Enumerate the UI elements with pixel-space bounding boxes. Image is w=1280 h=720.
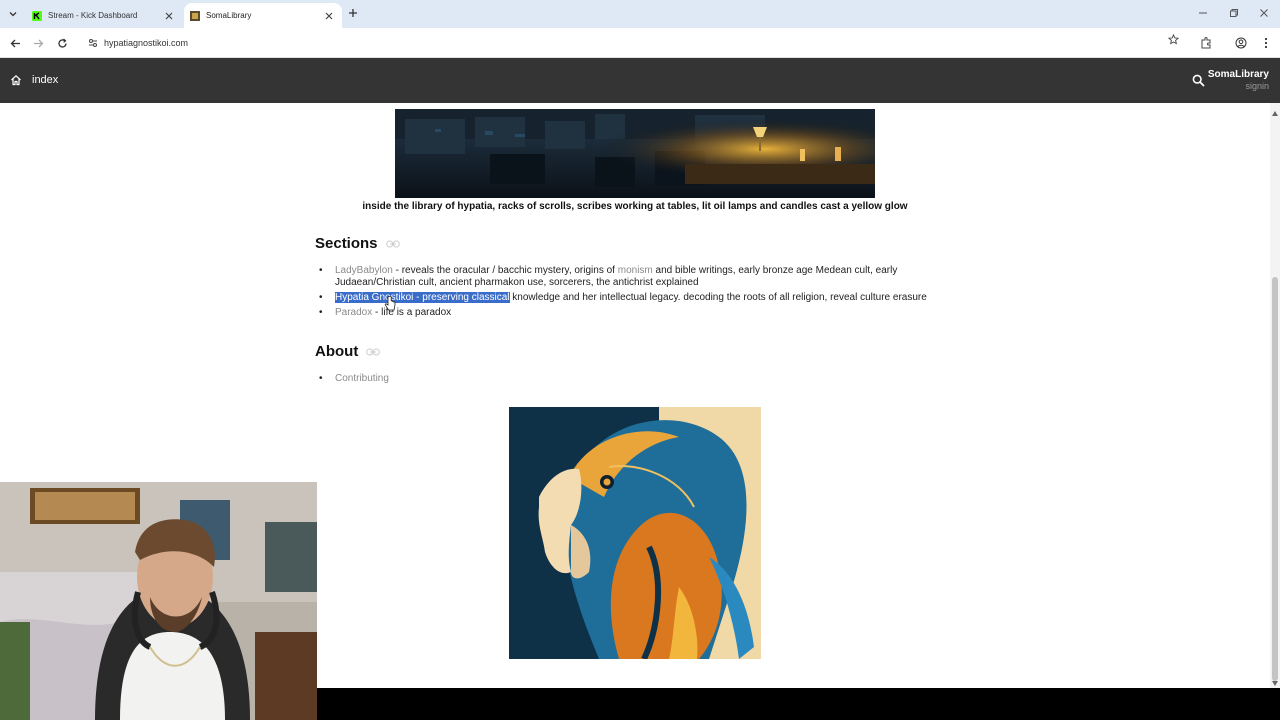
browser-toolbar: hypatiagnostikoi.com xyxy=(0,28,1280,58)
scroll-down-arrow-icon[interactable] xyxy=(1271,679,1279,687)
letterbox-bar xyxy=(317,688,1280,720)
page-scrollbar[interactable] xyxy=(1270,103,1280,688)
site-info-icon[interactable] xyxy=(86,36,100,50)
brand-block: SomaLibrary signin xyxy=(1208,69,1269,91)
menu-dots-icon[interactable] xyxy=(1258,35,1274,51)
tab-title: Stream - Kick Dashboard xyxy=(48,11,138,20)
sections-list: LadyBabylon - reveals the oracular / bac… xyxy=(315,265,940,322)
about-list: Contributing xyxy=(315,373,615,388)
home-icon[interactable] xyxy=(8,72,24,88)
browser-tab-strip: Stream - Kick Dashboard SomaLibrary xyxy=(0,0,1280,28)
ladybabylon-link[interactable]: LadyBabylon xyxy=(335,265,393,276)
site-header: index SomaLibrary signin xyxy=(0,58,1280,103)
library-banner-image xyxy=(395,109,875,198)
hypatia-portrait-image xyxy=(509,407,761,659)
tab-search-chevron-icon[interactable] xyxy=(4,5,22,23)
index-nav-link[interactable]: index xyxy=(32,74,58,86)
bookmark-star-icon[interactable] xyxy=(1166,32,1180,46)
signin-link[interactable]: signin xyxy=(1208,81,1269,91)
link-anchor-icon[interactable] xyxy=(385,239,400,249)
banner-caption: inside the library of hypatia, racks of … xyxy=(362,201,908,212)
scrollbar-thumb[interactable] xyxy=(1272,277,1278,681)
item-text: knowledge and her intellectual legacy. d… xyxy=(509,292,927,303)
forward-arrow-icon[interactable] xyxy=(30,35,46,51)
monism-link[interactable]: monism xyxy=(618,265,653,276)
sections-heading-text: Sections xyxy=(315,235,378,252)
sections-heading: Sections xyxy=(315,235,400,252)
contributing-link[interactable]: Contributing xyxy=(335,373,389,384)
list-item: Hypatia Gnostikoi - preserving classical… xyxy=(315,292,940,304)
list-item: LadyBabylon - reveals the oracular / bac… xyxy=(315,265,940,289)
new-tab-plus-icon[interactable] xyxy=(346,6,360,20)
list-item: Contributing xyxy=(315,373,615,385)
browser-tab-kick[interactable]: Stream - Kick Dashboard xyxy=(26,3,182,28)
url-text: hypatiagnostikoi.com xyxy=(104,38,189,48)
search-icon[interactable] xyxy=(1190,72,1206,88)
hand-pointer-cursor-icon xyxy=(384,296,396,311)
item-text: - reveals the oracular / bacchic mystery… xyxy=(392,265,618,276)
back-arrow-icon[interactable] xyxy=(7,35,23,51)
list-item: Paradox - life is a paradox xyxy=(315,307,940,319)
kick-favicon-icon xyxy=(32,10,42,21)
browser-tab-somalibrary[interactable]: SomaLibrary xyxy=(184,3,342,28)
scroll-up-arrow-icon[interactable] xyxy=(1271,109,1279,117)
extensions-puzzle-icon[interactable] xyxy=(1198,35,1214,51)
about-heading: About xyxy=(315,343,381,360)
close-window-icon[interactable] xyxy=(1257,6,1271,20)
webcam-overlay-image xyxy=(0,482,317,720)
paradox-link[interactable]: Paradox xyxy=(335,307,372,318)
close-tab-icon[interactable] xyxy=(162,9,176,23)
brand-name[interactable]: SomaLibrary xyxy=(1208,69,1269,80)
reload-icon[interactable] xyxy=(54,35,70,51)
address-bar[interactable]: hypatiagnostikoi.com xyxy=(78,32,1192,54)
link-anchor-icon[interactable] xyxy=(366,347,381,357)
about-heading-text: About xyxy=(315,343,359,360)
somalibrary-favicon-icon xyxy=(190,10,200,21)
hypatia-gnostikoi-link-selected[interactable]: Hypatia Gnostikoi - preserving classical xyxy=(335,292,510,303)
restore-icon[interactable] xyxy=(1227,6,1241,20)
tab-title: SomaLibrary xyxy=(206,11,252,20)
minimize-icon[interactable] xyxy=(1196,6,1210,20)
profile-avatar-icon[interactable] xyxy=(1233,35,1249,51)
close-tab-icon[interactable] xyxy=(322,9,336,23)
